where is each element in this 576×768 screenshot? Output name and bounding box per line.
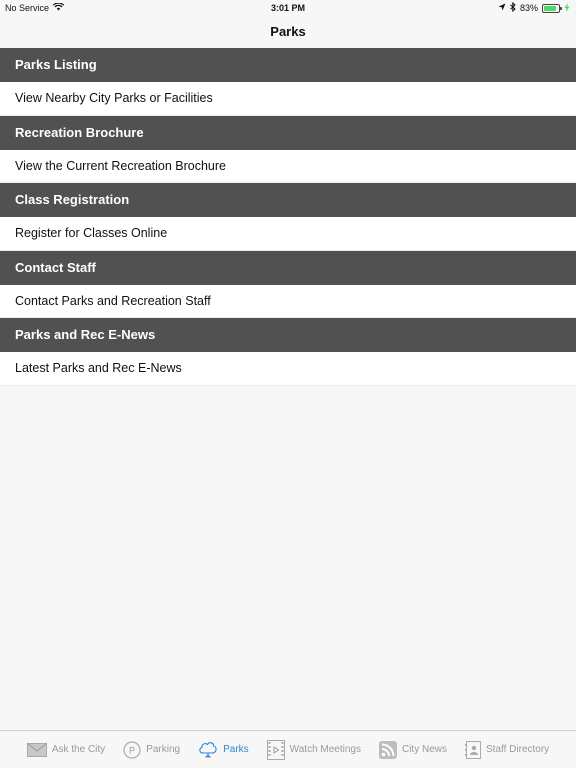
row-view-recreation-brochure[interactable]: View the Current Recreation Brochure [0, 149, 576, 183]
row-view-nearby-parks[interactable]: View Nearby City Parks or Facilities [0, 82, 576, 116]
app-window: No Service 3:01 PM 83% Parks Parks Listi… [0, 0, 576, 768]
section-header-parks-listing: Parks Listing [0, 48, 576, 82]
charging-bolt-icon [564, 2, 570, 14]
tab-watch-meetings[interactable]: Watch Meetings [258, 731, 370, 768]
video-icon [266, 739, 285, 760]
row-latest-e-news[interactable]: Latest Parks and Rec E-News [0, 352, 576, 386]
parks-menu-list: Parks Listing View Nearby City Parks or … [0, 48, 576, 386]
tab-label: Ask the City [51, 744, 106, 755]
section-header-e-news: Parks and Rec E-News [0, 318, 576, 352]
tab-city-news[interactable]: City News [370, 731, 456, 768]
status-time: 3:01 PM [270, 3, 305, 13]
envelope-icon [26, 742, 47, 757]
tab-parking[interactable]: P Parking [114, 731, 189, 768]
contact-card-icon [465, 740, 481, 759]
tab-parks[interactable]: Parks [189, 731, 258, 768]
row-register-classes[interactable]: Register for Classes Online [0, 217, 576, 251]
status-right: 83% [498, 1, 570, 14]
nav-bar: Parks [0, 16, 576, 48]
tab-label: Watch Meetings [289, 744, 361, 755]
rss-icon [378, 740, 397, 759]
tree-icon [198, 741, 218, 759]
tab-ask-the-city[interactable]: Ask the City [18, 731, 114, 768]
tab-staff-directory[interactable]: Staff Directory [456, 731, 558, 768]
tab-label: Staff Directory [486, 744, 550, 755]
tab-label: City News [401, 744, 447, 755]
svg-text:P: P [129, 745, 135, 755]
tab-label: Parking [146, 744, 181, 755]
tab-bar: Ask the City P Parking Parks Watch Meeti… [0, 730, 576, 768]
location-arrow-icon [498, 3, 506, 13]
battery-icon [542, 3, 562, 13]
row-contact-staff[interactable]: Contact Parks and Recreation Staff [0, 284, 576, 318]
battery-level [544, 5, 556, 11]
section-header-contact-staff: Contact Staff [0, 250, 576, 285]
section-header-class-registration: Class Registration [0, 183, 576, 217]
page-title: Parks [270, 24, 306, 39]
parking-icon: P [123, 740, 141, 759]
status-bar: No Service 3:01 PM 83% [0, 0, 576, 16]
battery-percent: 83% [519, 3, 538, 13]
section-header-recreation-brochure: Recreation Brochure [0, 115, 576, 150]
tab-label: Parks [223, 744, 249, 755]
bluetooth-icon [510, 1, 516, 14]
